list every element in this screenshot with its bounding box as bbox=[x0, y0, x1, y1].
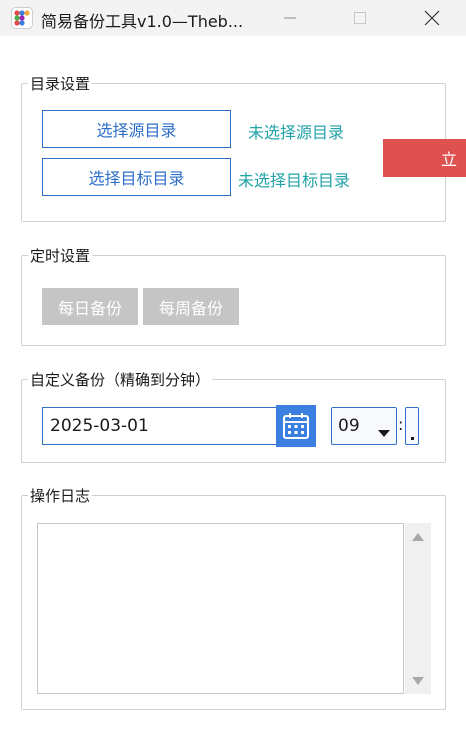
chevron-down-icon bbox=[378, 430, 390, 437]
schedule-settings-title: 定时设置 bbox=[28, 245, 93, 266]
maximize-icon bbox=[354, 12, 366, 24]
source-status-label: 未选择源目录 bbox=[248, 123, 345, 142]
weekly-backup-button[interactable]: 每周备份 bbox=[143, 288, 239, 325]
custom-backup-title: 自定义备份（精确到分钟） bbox=[28, 369, 213, 390]
minimize-button[interactable] bbox=[267, 0, 313, 36]
log-scrollbar[interactable] bbox=[405, 523, 431, 694]
title-bar: 简易备份工具v1.0—Theb... bbox=[0, 0, 466, 36]
directory-settings-title: 目录设置 bbox=[28, 73, 93, 94]
minute-select[interactable] bbox=[405, 407, 419, 445]
select-source-button[interactable]: 选择源目录 bbox=[42, 110, 231, 148]
hour-select[interactable]: 09 bbox=[331, 407, 397, 445]
daily-backup-button[interactable]: 每日备份 bbox=[42, 288, 138, 325]
minimize-icon bbox=[284, 17, 296, 19]
app-logo-icon bbox=[11, 7, 33, 29]
window-title: 简易备份工具v1.0—Theb... bbox=[41, 12, 244, 31]
calendar-icon bbox=[283, 413, 309, 439]
minute-dropdown-indicator bbox=[411, 437, 414, 440]
time-separator: : bbox=[398, 415, 404, 434]
calendar-button[interactable] bbox=[276, 405, 316, 447]
select-target-button[interactable]: 选择目标目录 bbox=[42, 158, 231, 196]
operation-log-title: 操作日志 bbox=[28, 485, 93, 506]
scroll-down-icon[interactable] bbox=[412, 676, 424, 686]
backup-now-button[interactable]: 立 bbox=[383, 139, 466, 177]
maximize-button[interactable] bbox=[337, 0, 383, 36]
close-button[interactable] bbox=[409, 0, 455, 36]
scroll-up-icon[interactable] bbox=[412, 532, 424, 542]
close-icon bbox=[424, 10, 440, 26]
target-status-label: 未选择目标目录 bbox=[238, 171, 351, 190]
date-field[interactable]: 2025-03-01 bbox=[42, 407, 276, 445]
log-textarea[interactable] bbox=[37, 523, 404, 694]
hour-value: 09 bbox=[338, 416, 360, 436]
